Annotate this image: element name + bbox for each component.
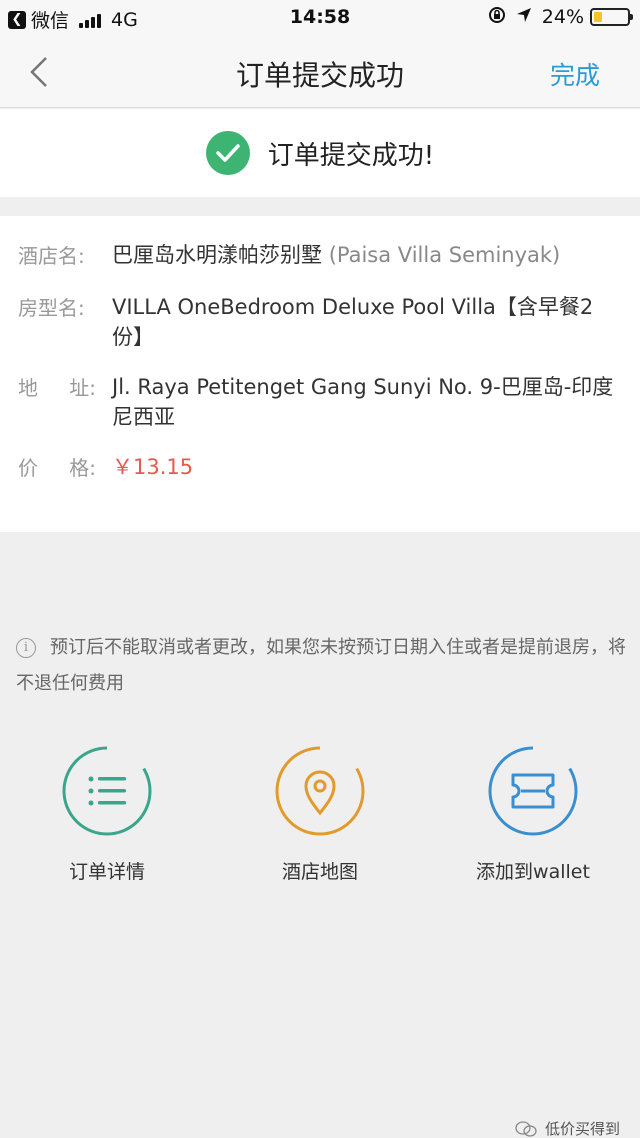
list-icon[interactable] — [61, 745, 153, 837]
status-right: 24% — [488, 6, 633, 28]
address-value: Jl. Raya Petitenget Gang Sunyi No. 9-巴厘岛… — [112, 375, 614, 429]
info-icon: i — [16, 638, 36, 658]
room-type-value: VILLA OneBedroom Deluxe Pool Villa【含早餐2份… — [112, 295, 594, 349]
cancellation-notice: i 预订后不能取消或者更改，如果您未按预订日期入住或者是提前退房，将不退任何费用 — [16, 630, 628, 702]
hotel-name-row: 酒店名: 巴厘岛水明漾帕莎别墅 (Paisa Villa Seminyak) — [0, 240, 640, 272]
hotel-map-label[interactable]: 酒店地图 — [245, 857, 395, 884]
page-title: 订单提交成功 — [235, 59, 404, 92]
price-label-b: 格 — [69, 452, 96, 484]
add-to-wallet-button[interactable]: 添加到wallet — [458, 745, 608, 884]
check-circle-icon — [205, 131, 250, 175]
order-details-button[interactable]: 订单详情 — [32, 745, 182, 884]
success-message: 订单提交成功! — [267, 140, 435, 171]
hotel-map-button[interactable]: 酒店地图 — [245, 745, 395, 884]
hotel-name-cn: 巴厘岛水明漾帕莎别墅 — [112, 243, 322, 267]
hotel-name-label: 酒店名: — [18, 244, 85, 268]
map-pin-icon[interactable] — [274, 745, 366, 837]
price-row: 价格 ￥13.15 — [0, 452, 640, 484]
price-value: ￥13.15 — [112, 455, 194, 479]
status-bar: ❮ 微信 4G 14:58 24% — [0, 0, 640, 36]
battery-icon — [590, 8, 633, 26]
watermark-text: 低价买得到 — [544, 1120, 620, 1138]
wechat-watermark: 低价买得到 — [515, 1118, 620, 1138]
price-label: 价格 — [18, 452, 112, 484]
address-row: 地址 Jl. Raya Petitenget Gang Sunyi No. 9-… — [0, 372, 640, 432]
hotel-name-en: (Paisa Villa Seminyak) — [328, 243, 561, 267]
add-to-wallet-label[interactable]: 添加到wallet — [458, 857, 608, 884]
action-buttons: 订单详情 酒店地图 添加到wallet — [0, 745, 640, 895]
order-info-card: 酒店名: 巴厘岛水明漾帕莎别墅 (Paisa Villa Seminyak) 房… — [0, 216, 640, 532]
price-label-a: 价 — [18, 456, 38, 480]
nav-bar: 订单提交成功 完成 — [0, 36, 640, 108]
address-label-a: 地 — [18, 376, 38, 400]
rotation-lock-icon — [488, 6, 506, 28]
location-icon — [516, 7, 532, 27]
hotel-name-value: 巴厘岛水明漾帕莎别墅 (Paisa Villa Seminyak) — [112, 240, 620, 272]
address-label-b: 址 — [69, 372, 96, 404]
done-button[interactable]: 完成 — [550, 56, 600, 92]
wechat-icon — [515, 1120, 537, 1137]
room-type-label: 房型名: — [18, 296, 85, 320]
success-banner: 订单提交成功! — [0, 109, 640, 197]
order-details-label[interactable]: 订单详情 — [32, 857, 182, 884]
room-type-row: 房型名: VILLA OneBedroom Deluxe Pool Villa【… — [0, 292, 640, 352]
battery-percent: 24% — [541, 6, 584, 28]
ticket-icon[interactable] — [487, 745, 579, 837]
notice-text: 预订后不能取消或者更改，如果您未按预订日期入住或者是提前退房，将不退任何费用 — [16, 637, 626, 694]
address-label: 地址 — [18, 372, 112, 432]
